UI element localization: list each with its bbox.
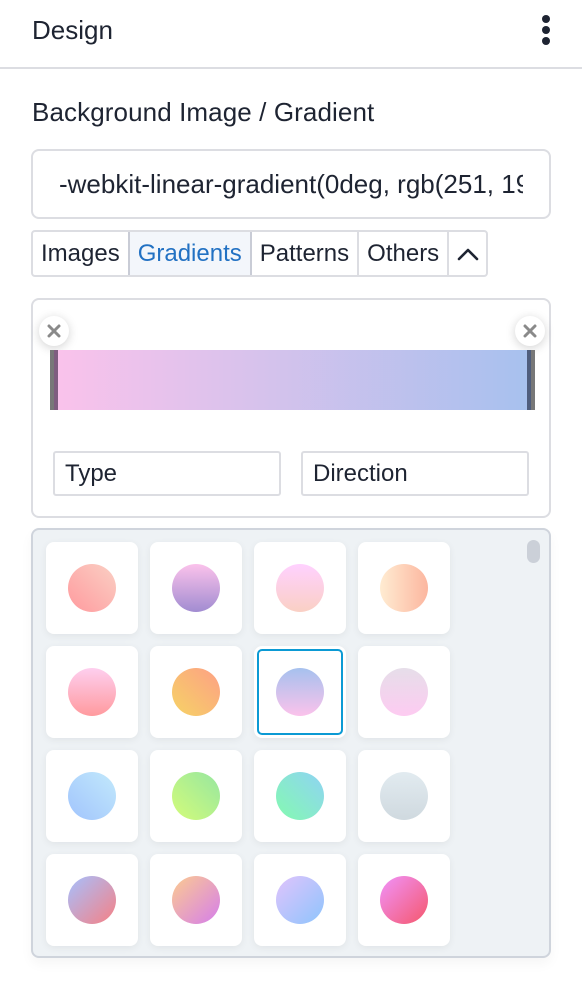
gradient-preview-dot — [68, 668, 116, 716]
gradient-editor: Type Direction — [31, 298, 551, 518]
gradient-preset-10[interactable] — [150, 750, 242, 842]
gradient-preview-dot — [172, 564, 220, 612]
kebab-vertical-icon[interactable] — [534, 14, 558, 46]
gradient-preview-dot — [172, 772, 220, 820]
gradient-preview-dot — [380, 772, 428, 820]
gradient-preview-dot — [380, 564, 428, 612]
gradient-preset-9[interactable] — [46, 750, 138, 842]
gradient-preset-2[interactable] — [150, 542, 242, 634]
gradient-preview-dot — [172, 668, 220, 716]
kebab-dot — [542, 26, 550, 34]
tab-patterns[interactable]: Patterns — [252, 232, 360, 275]
close-icon — [523, 324, 537, 338]
gradient-preview-dot — [276, 564, 324, 612]
tab-others[interactable]: Others — [359, 232, 450, 275]
remove-stop-start-button[interactable] — [39, 316, 69, 346]
gradient-preview-dot — [380, 668, 428, 716]
gradient-presets-panel — [31, 528, 551, 958]
gradient-preset-5[interactable] — [46, 646, 138, 738]
scrollbar-thumb[interactable] — [527, 540, 540, 563]
gradient-preset-4[interactable] — [358, 542, 450, 634]
gradient-preview-dot — [68, 564, 116, 612]
chevron-up-icon — [457, 248, 478, 260]
gradient-preset-8[interactable] — [358, 646, 450, 738]
gradient-preset-3[interactable] — [254, 542, 346, 634]
gradient-preset-1[interactable] — [46, 542, 138, 634]
gradient-stop-handle-start[interactable] — [50, 350, 58, 410]
type-select[interactable]: Type — [53, 451, 281, 496]
gradient-preview-dot — [276, 668, 324, 716]
gradient-preview-dot — [276, 876, 324, 924]
gradient-css-field[interactable] — [31, 149, 551, 219]
source-tabs: Images Gradients Patterns Others — [31, 230, 489, 277]
direction-select[interactable]: Direction — [301, 451, 529, 496]
panel-title: Design — [32, 15, 113, 45]
gradient-preview-dot — [172, 876, 220, 924]
gradient-css-input[interactable] — [59, 151, 523, 217]
gradient-preview-dot — [68, 772, 116, 820]
remove-stop-end-button[interactable] — [515, 316, 545, 346]
gradient-preset-11[interactable] — [254, 750, 346, 842]
gradient-presets-grid — [46, 542, 450, 946]
close-icon — [47, 324, 61, 338]
section-title: Background Image / Gradient — [32, 97, 375, 127]
tab-gradients[interactable]: Gradients — [127, 232, 252, 275]
collapse-button[interactable] — [449, 232, 486, 275]
kebab-dot — [542, 37, 550, 45]
gradient-preset-14[interactable] — [150, 854, 242, 946]
gradient-preset-7[interactable] — [254, 646, 346, 738]
gradient-preset-15[interactable] — [254, 854, 346, 946]
gradient-preset-13[interactable] — [46, 854, 138, 946]
gradient-preview-bar[interactable] — [50, 350, 535, 410]
tab-images[interactable]: Images — [33, 232, 130, 275]
gradient-preview-dot — [276, 772, 324, 820]
gradient-preset-16[interactable] — [358, 854, 450, 946]
gradient-preset-6[interactable] — [150, 646, 242, 738]
gradient-stop-handle-end[interactable] — [527, 350, 535, 410]
gradient-preview-dot — [68, 876, 116, 924]
panel-header: Design — [0, 0, 582, 69]
gradient-preset-12[interactable] — [358, 750, 450, 842]
kebab-dot — [542, 15, 550, 23]
gradient-preview-dot — [380, 876, 428, 924]
